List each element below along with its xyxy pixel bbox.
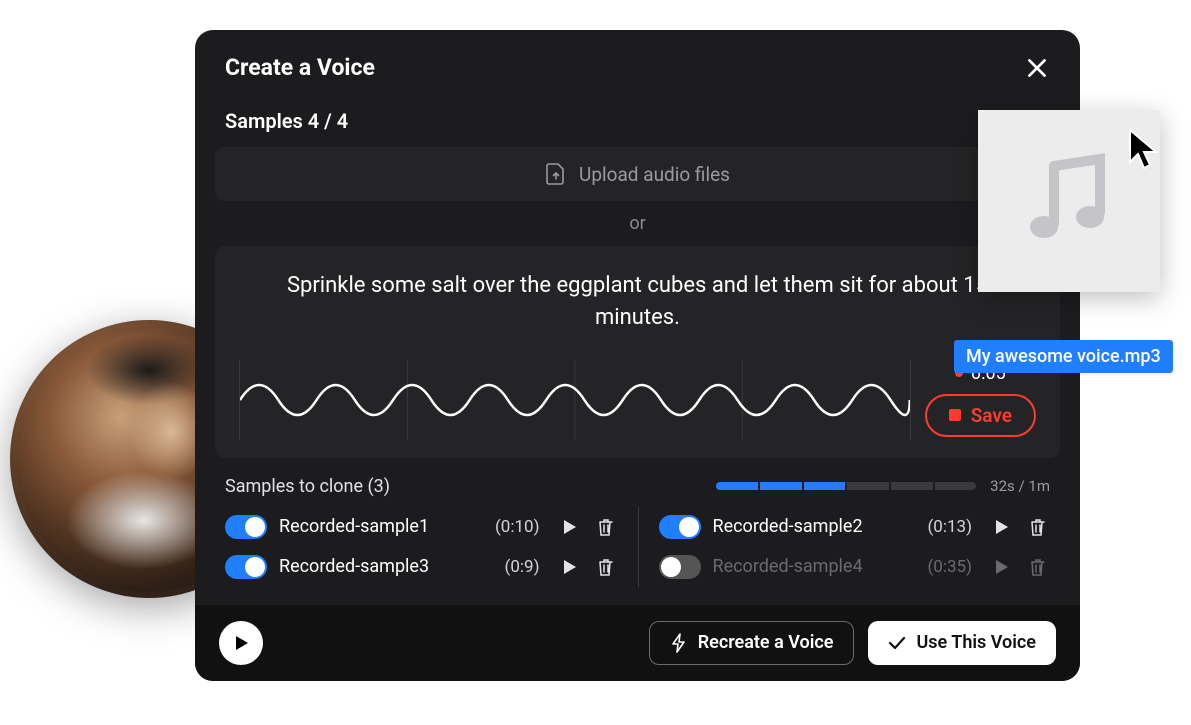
sample-name: Recorded-sample2 xyxy=(713,516,916,537)
trash-icon xyxy=(597,557,615,577)
close-button[interactable] xyxy=(1024,55,1050,81)
sample-row: Recorded-sample2 (0:13) xyxy=(638,507,1051,547)
recreate-voice-button[interactable]: Recreate a Voice xyxy=(649,621,855,665)
save-label: Save xyxy=(971,404,1012,427)
close-icon xyxy=(1024,55,1050,81)
dragged-filename-label: My awesome voice.mp3 xyxy=(954,340,1173,373)
play-icon xyxy=(993,558,1011,576)
samples-count-label: Samples 4 / 4 xyxy=(195,99,1080,147)
modal-header: Create a Voice xyxy=(195,30,1080,99)
sample-duration: (0:9) xyxy=(505,557,540,577)
sample-play-button[interactable] xyxy=(990,555,1014,579)
play-icon xyxy=(561,558,579,576)
upload-label: Upload audio files xyxy=(579,163,730,186)
sample-duration: (0:35) xyxy=(927,557,972,577)
modal-footer: Recreate a Voice Use This Voice xyxy=(195,605,1080,681)
stop-icon xyxy=(949,409,961,421)
recreate-label: Recreate a Voice xyxy=(698,632,834,653)
sample-toggle[interactable] xyxy=(659,515,701,539)
clone-section-title: Samples to clone (3) xyxy=(225,476,390,497)
sample-row: Recorded-sample3 (0:9) xyxy=(225,547,638,587)
sample-name: Recorded-sample3 xyxy=(279,556,493,577)
clone-progress: 32s / 1m xyxy=(716,477,1050,495)
sample-delete-button[interactable] xyxy=(594,515,618,539)
cursor-icon xyxy=(1128,128,1162,170)
progress-bar xyxy=(716,482,976,490)
sample-list: Recorded-sample1 (0:10) Recorded-sample2… xyxy=(195,507,1080,597)
trash-icon xyxy=(597,517,615,537)
sample-play-button[interactable] xyxy=(990,515,1014,539)
create-voice-modal: Create a Voice Samples 4 / 4 Upload audi… xyxy=(195,30,1080,681)
sample-duration: (0:13) xyxy=(927,517,972,537)
sample-name: Recorded-sample1 xyxy=(279,516,483,537)
lightning-icon xyxy=(670,633,688,653)
modal-title: Create a Voice xyxy=(225,54,375,81)
check-icon xyxy=(888,636,906,650)
use-voice-label: Use This Voice xyxy=(916,632,1036,653)
file-upload-icon xyxy=(545,162,567,186)
sample-row: Recorded-sample1 (0:10) xyxy=(225,507,638,547)
prompt-text: Sprinkle some salt over the eggplant cub… xyxy=(239,266,1036,348)
sample-play-button[interactable] xyxy=(558,515,582,539)
trash-icon xyxy=(1029,517,1047,537)
sample-row: Recorded-sample4 (0:35) xyxy=(638,547,1051,587)
play-icon xyxy=(561,518,579,536)
sample-play-button[interactable] xyxy=(558,555,582,579)
sample-delete-button[interactable] xyxy=(1026,555,1050,579)
waveform xyxy=(239,360,911,440)
trash-icon xyxy=(1029,557,1047,577)
play-icon xyxy=(232,634,250,652)
sample-toggle[interactable] xyxy=(225,515,267,539)
play-icon xyxy=(993,518,1011,536)
sample-toggle[interactable] xyxy=(659,555,701,579)
sample-delete-button[interactable] xyxy=(594,555,618,579)
or-separator: or xyxy=(195,201,1080,246)
progress-label: 32s / 1m xyxy=(990,477,1050,495)
sample-toggle[interactable] xyxy=(225,555,267,579)
use-this-voice-button[interactable]: Use This Voice xyxy=(868,621,1056,665)
save-recording-button[interactable]: Save xyxy=(925,394,1036,437)
sample-name: Recorded-sample4 xyxy=(713,556,916,577)
music-note-icon xyxy=(1024,151,1114,251)
record-prompt-box: Sprinkle some salt over the eggplant cub… xyxy=(215,246,1060,458)
preview-play-button[interactable] xyxy=(219,621,263,665)
upload-audio-button[interactable]: Upload audio files xyxy=(215,147,1060,201)
sample-delete-button[interactable] xyxy=(1026,515,1050,539)
sample-duration: (0:10) xyxy=(495,517,540,537)
